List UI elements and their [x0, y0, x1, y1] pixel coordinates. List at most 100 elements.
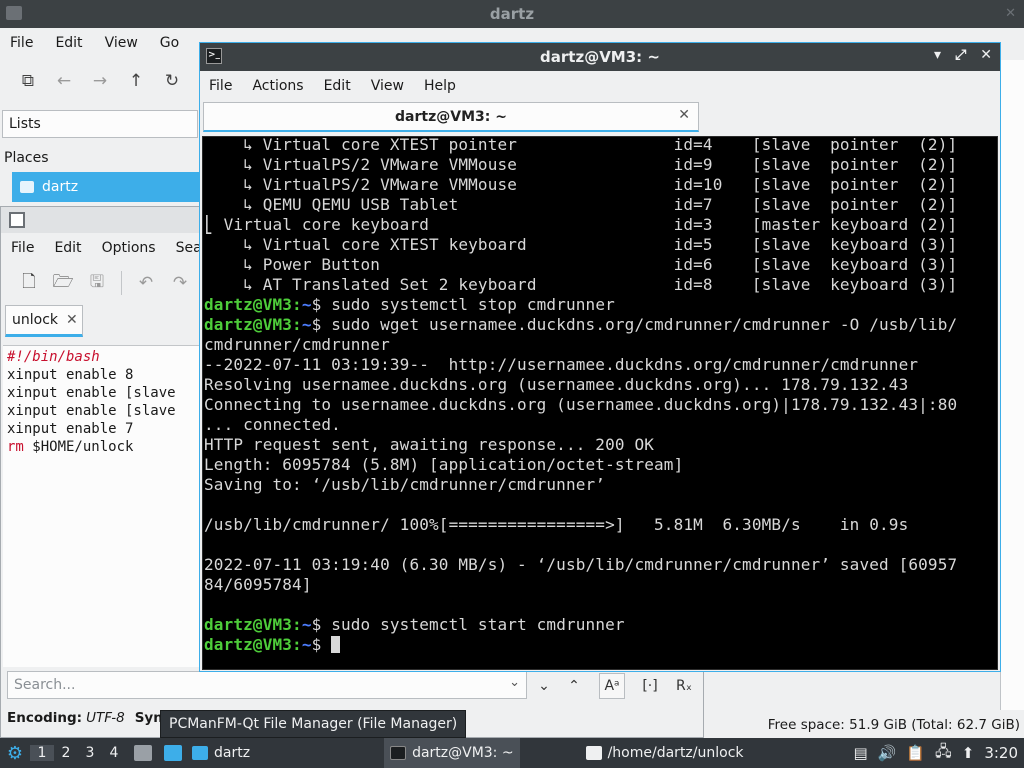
terminal-line: dartz@VM3:~$ sudo wget usernamee.duckdns… — [204, 315, 958, 334]
terminal-window: >_ dartz@VM3: ~ ▾ ⤢ ✕ File Actions Edit … — [199, 42, 1001, 672]
show-desktop-icon[interactable] — [160, 741, 186, 765]
minimize-icon[interactable]: ▾ — [934, 47, 941, 63]
task-text-editor[interactable]: /home/dartz/unlock — [580, 738, 750, 768]
file-manager-titlebar[interactable]: dartz ✕ — [0, 0, 1024, 28]
find-next-icon[interactable]: ⌄ — [531, 673, 557, 699]
terminal-lines: ↳ Virtual core XTEST pointer id=4 [slave… — [203, 136, 997, 655]
open-folder-icon[interactable]: 🗁 — [49, 269, 77, 297]
shell-prompt: dartz@VM3:~ — [204, 315, 312, 334]
text-cursor — [331, 636, 341, 653]
tooltip-text: PCManFM-Qt File Manager (File Manager) — [169, 716, 458, 732]
terminal-icon — [390, 746, 407, 760]
desktop-switch-2[interactable]: 2 — [54, 745, 78, 761]
new-window-icon[interactable]: ⧉ — [14, 67, 42, 95]
folder-icon — [192, 746, 208, 760]
fm-menu-view[interactable]: View — [105, 35, 150, 51]
shebang-token: #!/bin/bash — [7, 349, 100, 365]
terminal-line: ↳ Power Button id=6 [slave keyboard (3)] — [204, 255, 958, 274]
task-label: /home/dartz/unlock — [607, 745, 744, 761]
chevron-down-icon[interactable]: ⌄ — [509, 675, 520, 690]
term-menu-file[interactable]: File — [209, 78, 232, 94]
home-icon — [20, 181, 34, 193]
shell-prompt: dartz@VM3:~ — [204, 635, 312, 654]
taskbar-tooltip: PCManFM-Qt File Manager (File Manager) — [160, 710, 467, 738]
task-label: dartz@VM3: ~ — [412, 745, 514, 761]
terminal-tabbar: dartz@VM3: ~ ✕ — [200, 101, 1000, 132]
redo-icon[interactable]: ↷ — [166, 269, 194, 297]
task-label: dartz — [214, 745, 251, 761]
terminal-titlebar[interactable]: >_ dartz@VM3: ~ ▾ ⤢ ✕ — [200, 43, 1000, 71]
whole-word-icon[interactable]: [·] — [637, 673, 663, 699]
tab-terminal[interactable]: dartz@VM3: ~ ✕ — [203, 102, 699, 132]
sidebar-item-label: dartz — [42, 179, 79, 195]
line-text: xinput enable [slave — [7, 385, 176, 401]
terminal-line: ↳ Virtual core XTEST pointer id=4 [slave… — [204, 136, 958, 154]
line-text: $HOME/unlock — [23, 439, 134, 455]
file-list-pane[interactable] — [1000, 60, 1024, 710]
find-previous-icon[interactable]: ⌃ — [561, 673, 587, 699]
back-icon[interactable]: ← — [50, 67, 78, 95]
ed-menu-file[interactable]: File — [11, 240, 34, 256]
file-manager-launcher-icon[interactable] — [130, 741, 156, 765]
term-menu-actions[interactable]: Actions — [252, 78, 303, 94]
free-space-label: Free space: 51.9 GiB (Total: 62.7 GiB) — [767, 717, 1020, 733]
editor-statusbar: Encoding: UTF-8 Synt — [7, 707, 169, 729]
sidebar-item-home[interactable]: dartz — [12, 172, 200, 202]
maximize-icon[interactable]: ⤢ — [955, 47, 966, 63]
term-menu-help[interactable]: Help — [424, 78, 456, 94]
terminal-output[interactable]: ↳ Virtual core XTEST pointer id=4 [slave… — [202, 136, 998, 670]
match-case-icon[interactable]: Aᵃ — [599, 673, 625, 699]
search-input[interactable]: Search... ⌄ — [7, 671, 527, 699]
terminal-line: dartz@VM3:~$ sudo systemctl start cmdrun… — [204, 615, 625, 634]
reload-icon[interactable]: ↻ — [158, 67, 186, 95]
keyboard-layout-icon[interactable]: ▤ — [853, 744, 867, 762]
term-menu-edit[interactable]: Edit — [324, 78, 351, 94]
terminal-title: dartz@VM3: ~ — [540, 48, 660, 66]
terminal-line: Saving to: ‘/usb/lib/cmdrunner/cmdrunner… — [204, 475, 606, 494]
file-manager-title: dartz — [489, 5, 535, 23]
desktop-switch-1[interactable]: 1 — [30, 745, 54, 761]
search-placeholder: Search... — [14, 677, 76, 693]
terminal-line: /usb/lib/cmdrunner/ 100%[===============… — [204, 515, 909, 534]
desktop-switch-3[interactable]: 3 — [78, 745, 102, 761]
file-manager-statusbar: Free space: 51.9 GiB (Total: 62.7 GiB) — [700, 712, 1024, 738]
terminal-line: ⎣ Virtual core keyboard id=3 [master key… — [204, 215, 958, 234]
ed-menu-options[interactable]: Options — [102, 240, 156, 256]
save-icon[interactable]: 🖫 — [83, 269, 111, 297]
minimize-icon[interactable]: ✕ — [1005, 6, 1016, 21]
task-file-manager[interactable]: dartz — [186, 738, 256, 768]
fm-menu-edit[interactable]: Edit — [55, 35, 94, 51]
shell-prompt: dartz@VM3:~ — [204, 615, 312, 634]
undo-icon[interactable]: ↶ — [132, 269, 160, 297]
terminal-line: HTTP request sent, awaiting response... … — [204, 435, 655, 454]
clipboard-icon[interactable]: 📋 — [906, 744, 925, 762]
update-notifier-icon[interactable]: ⬆ — [962, 744, 975, 762]
tab-label: unlock — [12, 312, 59, 328]
up-icon[interactable]: ↑ — [122, 67, 150, 95]
regex-icon[interactable]: Rₓ — [671, 673, 697, 699]
terminal-line: ↳ VirtualPS/2 VMware VMMouse id=9 [slave… — [204, 155, 958, 174]
tab-unlock[interactable]: unlock ✕ — [5, 305, 83, 337]
volume-icon[interactable]: 🔊 — [878, 744, 897, 762]
start-menu-icon[interactable]: ⚙ — [0, 738, 30, 768]
shell-prompt: dartz@VM3:~ — [204, 295, 312, 314]
taskbar: ⚙ 1 2 3 4 dartz dartz@VM3: ~ /home/dartz… — [0, 738, 1024, 768]
toolbar-separator — [121, 271, 122, 295]
clock[interactable]: 3:20 — [984, 744, 1018, 762]
desktop-switch-4[interactable]: 4 — [102, 745, 126, 761]
task-terminal[interactable]: dartz@VM3: ~ — [384, 738, 520, 768]
fm-menu-go[interactable]: Go — [160, 35, 191, 51]
close-tab-icon[interactable]: ✕ — [66, 312, 78, 328]
sidebar-view-selector[interactable]: Lists — [2, 110, 198, 138]
term-menu-view[interactable]: View — [371, 78, 404, 94]
line-text: xinput enable 8 — [7, 367, 134, 383]
close-icon[interactable]: ✕ — [980, 47, 992, 63]
close-tab-icon[interactable]: ✕ — [678, 107, 690, 123]
forward-icon[interactable]: → — [86, 67, 114, 95]
ed-menu-edit[interactable]: Edit — [54, 240, 81, 256]
fm-menu-file[interactable]: File — [10, 35, 45, 51]
new-file-icon[interactable]: 🗋 — [15, 269, 43, 297]
network-icon[interactable]: 🖧 — [935, 741, 952, 766]
